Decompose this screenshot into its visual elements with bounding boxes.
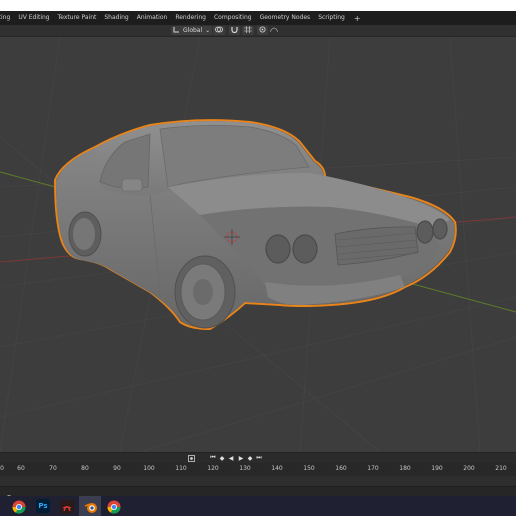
play-reverse-button[interactable]: ◀ bbox=[227, 454, 235, 462]
timeline-track-area[interactable] bbox=[0, 476, 516, 486]
frame-tick: 90 bbox=[113, 465, 121, 472]
orientation-label: Global bbox=[183, 27, 203, 34]
3d-viewport[interactable] bbox=[0, 37, 516, 452]
photoshop-icon[interactable]: Ps bbox=[36, 499, 50, 513]
snap-group bbox=[229, 26, 254, 35]
pivot-icon bbox=[215, 26, 223, 35]
chrome-icon[interactable] bbox=[12, 499, 26, 514]
frame-tick: 140 bbox=[271, 465, 283, 472]
os-taskbar bbox=[0, 496, 516, 516]
chrome-2-icon[interactable] bbox=[107, 499, 121, 514]
frame-tick: 190 bbox=[431, 465, 443, 472]
blender-window: lting UV Editing Texture Paint Shading A… bbox=[0, 0, 516, 516]
chevron-down-icon: ⌄ bbox=[205, 27, 211, 34]
pivot-group bbox=[213, 26, 225, 35]
falloff-icon[interactable] bbox=[269, 26, 279, 35]
frame-tick: 0 bbox=[0, 465, 4, 472]
tab-shading[interactable]: Shading bbox=[99, 11, 133, 25]
snap-magnet-icon bbox=[231, 26, 238, 35]
tab-animation[interactable]: Animation bbox=[132, 11, 173, 25]
window-top-strip bbox=[0, 0, 516, 11]
transform-orientation-group: Global ⌄ bbox=[171, 26, 213, 35]
rear-wheel bbox=[68, 211, 102, 257]
play-button[interactable]: ▶ bbox=[237, 454, 245, 462]
jump-end-button[interactable]: ⏭ bbox=[255, 454, 263, 462]
proportional-edit-toggle[interactable] bbox=[257, 26, 268, 35]
frame-tick: 100 bbox=[143, 465, 155, 472]
snap-grid-icon bbox=[244, 26, 252, 35]
frame-tick: 70 bbox=[49, 465, 57, 472]
frame-ruler[interactable]: 0 60 70 80 90 100 110 120 130 140 150 16… bbox=[0, 463, 516, 476]
proportional-group bbox=[257, 26, 279, 35]
frame-tick: 180 bbox=[399, 465, 411, 472]
frame-tick: 60 bbox=[17, 465, 25, 472]
frame-tick: 200 bbox=[463, 465, 475, 472]
tab-rendering[interactable]: Rendering bbox=[170, 11, 211, 25]
next-keyframe-button[interactable]: ◆ bbox=[246, 454, 254, 462]
tab-uv-editing[interactable]: UV Editing bbox=[13, 11, 54, 25]
add-workspace-button[interactable]: + bbox=[350, 14, 365, 23]
transform-orientation-dropdown[interactable]: Global ⌄ bbox=[171, 26, 213, 35]
frame-tick: 150 bbox=[303, 465, 315, 472]
side-mirror bbox=[121, 178, 143, 192]
proportional-edit-icon bbox=[259, 26, 266, 35]
tab-scripting[interactable]: Scripting bbox=[313, 11, 350, 25]
pivot-point-dropdown[interactable] bbox=[213, 26, 225, 35]
tab-texture-paint[interactable]: Texture Paint bbox=[53, 11, 102, 25]
keyframe-toggle-icon[interactable] bbox=[187, 454, 195, 462]
frame-tick: 210 bbox=[495, 465, 507, 472]
workspace-tabs: lting UV Editing Texture Paint Shading A… bbox=[0, 11, 516, 25]
acrobat-icon[interactable] bbox=[60, 499, 74, 514]
tab-compositing[interactable]: Compositing bbox=[209, 11, 257, 25]
frame-tick: 110 bbox=[175, 465, 187, 472]
frame-tick: 170 bbox=[367, 465, 379, 472]
frame-tick: 80 bbox=[81, 465, 89, 472]
frame-tick: 120 bbox=[207, 465, 219, 472]
jump-start-button[interactable]: ⏮ bbox=[209, 454, 217, 462]
snap-target-dropdown[interactable] bbox=[242, 26, 254, 35]
orientation-gizmo-icon bbox=[173, 26, 180, 35]
frame-tick: 160 bbox=[335, 465, 347, 472]
front-wheel bbox=[174, 255, 236, 329]
viewport-scene bbox=[0, 37, 516, 452]
viewport-header: Global ⌄ bbox=[0, 25, 516, 37]
frame-tick: 130 bbox=[239, 465, 251, 472]
car-model bbox=[53, 119, 457, 331]
snap-toggle[interactable] bbox=[229, 26, 240, 35]
blender-icon[interactable] bbox=[84, 499, 98, 513]
tab-geometry-nodes[interactable]: Geometry Nodes bbox=[255, 11, 316, 25]
prev-keyframe-button[interactable]: ◆ bbox=[218, 454, 226, 462]
